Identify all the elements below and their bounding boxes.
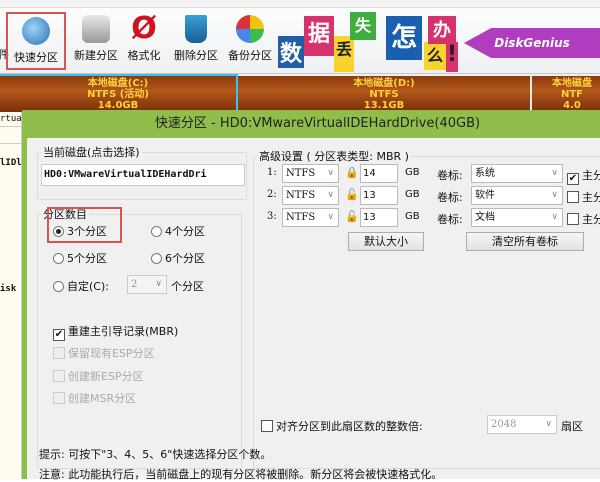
size-unit: GB: [405, 189, 420, 200]
align-checkbox[interactable]: 对齐分区到此扇区数的整数倍:: [261, 418, 423, 434]
unlock-icon[interactable]: 🔓: [345, 188, 359, 201]
button-label: 格式化: [127, 49, 161, 62]
tree-item[interactable]: isk: [0, 284, 21, 294]
align-sector-select[interactable]: 2048 ∨: [487, 415, 557, 434]
volume-label-caption: 卷标:: [437, 191, 463, 204]
radio-4-partitions[interactable]: 4个分区: [151, 223, 205, 239]
ad-banner[interactable]: 数 据 丢 失 怎 么 办 ! DiskGenius: [278, 8, 600, 74]
volume-label-caption: 卷标:: [437, 213, 463, 226]
create-esp-checkbox[interactable]: 创建新ESP分区: [53, 368, 144, 384]
delete-partition-button[interactable]: 删除分区: [166, 12, 226, 70]
current-disk-label: 当前磁盘(点击选择): [41, 144, 142, 160]
row-index: 1:: [267, 167, 277, 178]
button-label: 备份分区: [228, 49, 272, 62]
lock-icon[interactable]: 🔒: [345, 166, 359, 179]
size-unit: GB: [405, 211, 420, 222]
backup-partition-icon: [236, 15, 264, 43]
primary-checkbox[interactable]: 主分: [567, 189, 600, 205]
radio-custom[interactable]: 自定(C):: [53, 278, 109, 294]
unlock-icon[interactable]: 🔓: [345, 210, 359, 223]
dialog-title: 快速分区 - HD0:VMwareVirtualIDEHardDrive(40G…: [154, 116, 481, 131]
banner-char: 么: [424, 42, 446, 70]
volume-label-select[interactable]: 文档 ∨: [471, 208, 563, 227]
volume-label-caption: 卷标:: [437, 169, 463, 182]
size-unit: GB: [405, 167, 420, 178]
radio-3-partitions[interactable]: 3个分区: [53, 223, 107, 239]
banner-char: 失: [350, 12, 376, 40]
button-label: 删除分区: [174, 49, 218, 62]
format-icon: Ø: [131, 11, 157, 46]
partition-d[interactable]: 本地磁盘(D:) NTFS 13.1GB: [238, 76, 530, 112]
banner-char: 数: [278, 36, 304, 68]
volume-label-select[interactable]: 系统 ∨: [471, 164, 563, 183]
size-input[interactable]: 14: [360, 164, 398, 183]
button-label: 快速分区: [14, 51, 58, 64]
banner-char: 据: [304, 16, 334, 56]
clear-labels-button[interactable]: 清空所有卷标: [466, 232, 584, 251]
tree-item[interactable]: rtual: [0, 114, 21, 124]
custom-count-select[interactable]: 2 ∨: [127, 275, 167, 294]
fs-select[interactable]: NTFS ∨: [282, 164, 339, 183]
radio-5-partitions[interactable]: 5个分区: [53, 250, 107, 266]
row-index: 3:: [267, 211, 277, 222]
banner-char: !: [446, 42, 458, 72]
align-unit: 扇区: [561, 420, 583, 433]
rebuild-mbr-checkbox[interactable]: ✔ 重建主引导记录(MBR): [53, 323, 178, 341]
banner-char: 怎: [386, 16, 422, 60]
new-partition-icon: [82, 15, 110, 43]
warning-note: 注意: 此功能执行后，当前磁盘上的现有分区将被删除。新分区将会被快速格式化。: [39, 468, 443, 481]
banner-char: 办: [428, 16, 456, 44]
format-button[interactable]: Ø 格式化: [114, 12, 174, 70]
volume-label-select[interactable]: 软件 ∨: [471, 186, 563, 205]
fs-select[interactable]: NTFS ∨: [282, 208, 339, 227]
primary-checkbox[interactable]: ✔ 主分: [567, 167, 600, 185]
hint-text: 提示: 可按下"3、4、5、6"快速选择分区个数。: [39, 448, 272, 461]
radio-6-partitions[interactable]: 6个分区: [151, 250, 205, 266]
quick-partition-button[interactable]: 快速分区: [6, 12, 66, 70]
trash-icon: [185, 15, 207, 43]
size-input[interactable]: 13: [360, 186, 398, 205]
diskgenius-logo: DiskGenius: [464, 28, 600, 58]
advanced-settings-label: 高级设置 ( 分区表类型: MBR ): [257, 148, 411, 164]
backup-partition-button[interactable]: 备份分区: [220, 12, 280, 70]
quick-partition-dialog: 快速分区 - HD0:VMwareVirtualIDEHardDrive(40G…: [22, 110, 600, 481]
disk-tree-pane[interactable]: lIDl isk rtual: [0, 112, 22, 479]
banner-char: 丢: [334, 36, 354, 72]
current-disk-field[interactable]: HD0:VMwareVirtualIDEHardDri: [41, 164, 245, 186]
fs-select[interactable]: NTFS ∨: [282, 186, 339, 205]
partition-e[interactable]: 本地磁盘 NTF 4.0: [532, 76, 600, 112]
keep-esp-checkbox[interactable]: 保留现有ESP分区: [53, 345, 155, 361]
custom-suffix: 个分区: [171, 280, 204, 293]
row-index: 2:: [267, 189, 277, 200]
quick-partition-icon: [22, 17, 50, 45]
create-msr-checkbox[interactable]: 创建MSR分区: [53, 390, 136, 406]
size-input[interactable]: 13: [360, 208, 398, 227]
disk-partition-map: 本地磁盘(C:) NTFS (活动) 14.0GB 本地磁盘(D:) NTFS 13.1…: [0, 74, 600, 114]
partition-c[interactable]: 本地磁盘(C:) NTFS (活动) 14.0GB: [0, 74, 238, 114]
default-size-button[interactable]: 默认大小: [348, 232, 424, 251]
button-label: 新建分区: [74, 49, 118, 62]
menu-bar: [0, 0, 600, 8]
primary-checkbox[interactable]: 主分: [567, 211, 600, 227]
tree-item[interactable]: lIDl: [0, 158, 21, 168]
